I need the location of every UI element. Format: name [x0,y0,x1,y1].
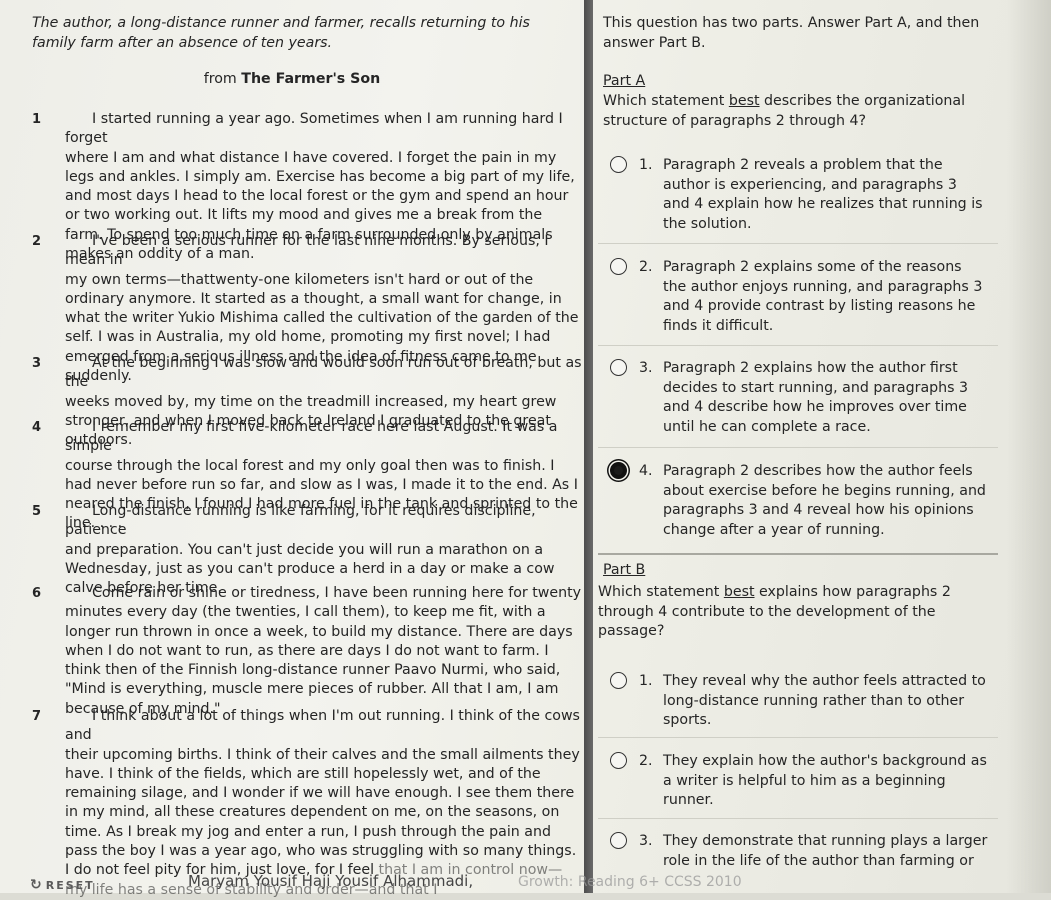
option-text: They demonstrate that running plays a la… [663,833,988,869]
paragraph-text: their upcoming births. I think of their … [65,746,580,879]
radio-button[interactable] [610,258,627,275]
option-separator [598,737,998,738]
passage-source: from The Farmer's Son [0,71,584,87]
paragraph-first-line: I started running a year ago. Sometimes … [65,111,563,147]
part-b-prompt: Which statement best explains how paragr… [598,584,951,639]
radio-button[interactable] [610,156,627,173]
paragraph-first-line: I remember my first five-kilometer race … [65,419,558,455]
part-separator [598,553,998,555]
reset-button[interactable]: ↻ RESET [30,877,95,893]
option-text: Paragraph 2 explains how the author firs… [663,360,969,435]
passage-intro: The author, a long-distance runner and f… [32,15,530,51]
radio-button[interactable] [610,752,627,769]
paragraph-first-line: I've been a serious runner for the last … [65,233,549,269]
paragraph-number: 4 [32,420,42,435]
option-number: 2. [639,753,653,769]
radio-button[interactable] [610,359,627,376]
rotate-icon: ↻ [30,877,42,893]
option-text: Paragraph 2 reveals a problem that the a… [663,157,983,232]
part-b-option-2[interactable]: 2. They explain how the author's backgro… [598,752,993,812]
paragraph-number: 2 [32,234,42,249]
radio-button[interactable] [610,832,627,849]
option-number: 1. [639,157,653,173]
paragraph-number: 3 [32,356,42,371]
paragraph-first-line: Come rain or shine or tiredness, I have … [92,585,582,601]
paragraph-text: minutes every day (the twenties, I call … [65,604,573,717]
part-a-option-3[interactable]: 3. Paragraph 2 explains how the author f… [598,359,993,439]
option-number: 1. [639,673,653,689]
paragraph-6: 6 Come rain or shine or tiredness, I hav… [32,584,583,719]
option-number: 3. [639,833,653,849]
option-text: They explain how the author's background… [663,753,987,808]
paragraph-number: 1 [32,112,42,127]
question-instructions: This question has two parts. Answer Part… [603,15,980,51]
paragraph-number: 5 [32,504,42,519]
option-text: Paragraph 2 describes how the author fee… [663,463,986,538]
part-a-option-1[interactable]: 1. Paragraph 2 reveals a problem that th… [598,156,993,236]
part-a-option-4[interactable]: 4. Paragraph 2 describes how the author … [598,462,993,542]
pane-divider[interactable] [584,0,593,893]
part-a-label: Part A [603,73,646,89]
option-number: 2. [639,259,653,275]
test-info: Growth: Reading 6+ CCSS 2010 [518,874,742,890]
paragraph-number: 6 [32,586,42,601]
option-text: Paragraph 2 explains some of the reasons… [663,259,983,334]
part-a-prompt: Which statement best describes the organ… [603,93,966,129]
option-separator [598,345,998,346]
radio-button-selected[interactable] [610,462,627,479]
paragraph-first-line: At the beginning I was slow and would so… [65,355,582,391]
paragraph-number: 7 [32,709,42,724]
source-prefix: from [203,71,237,87]
option-separator [598,447,998,448]
part-b-option-3[interactable]: 3. They demonstrate that running plays a… [598,832,993,870]
part-b-option-1[interactable]: 1. They reveal why the author feels attr… [598,672,993,732]
radio-button[interactable] [610,672,627,689]
option-separator [598,243,998,244]
option-number: 4. [639,463,653,479]
option-separator [598,818,998,819]
student-name: Maryam Yousif Haji Yousif Alhammadi, [188,872,474,890]
part-a-option-2[interactable]: 2. Paragraph 2 explains some of the reas… [598,258,993,338]
screen-edge-shadow [1007,0,1051,893]
paragraph-first-line: I think about a lot of things when I'm o… [65,708,580,744]
option-number: 3. [639,360,653,376]
reset-label: RESET [45,879,95,892]
paragraph-first-line: Long-distance running is like farming, f… [65,503,536,539]
test-page: The author, a long-distance runner and f… [0,0,1051,898]
option-text: They reveal why the author feels attract… [663,673,986,728]
source-title: The Farmer's Son [241,71,381,87]
part-b-label: Part B [603,562,646,578]
